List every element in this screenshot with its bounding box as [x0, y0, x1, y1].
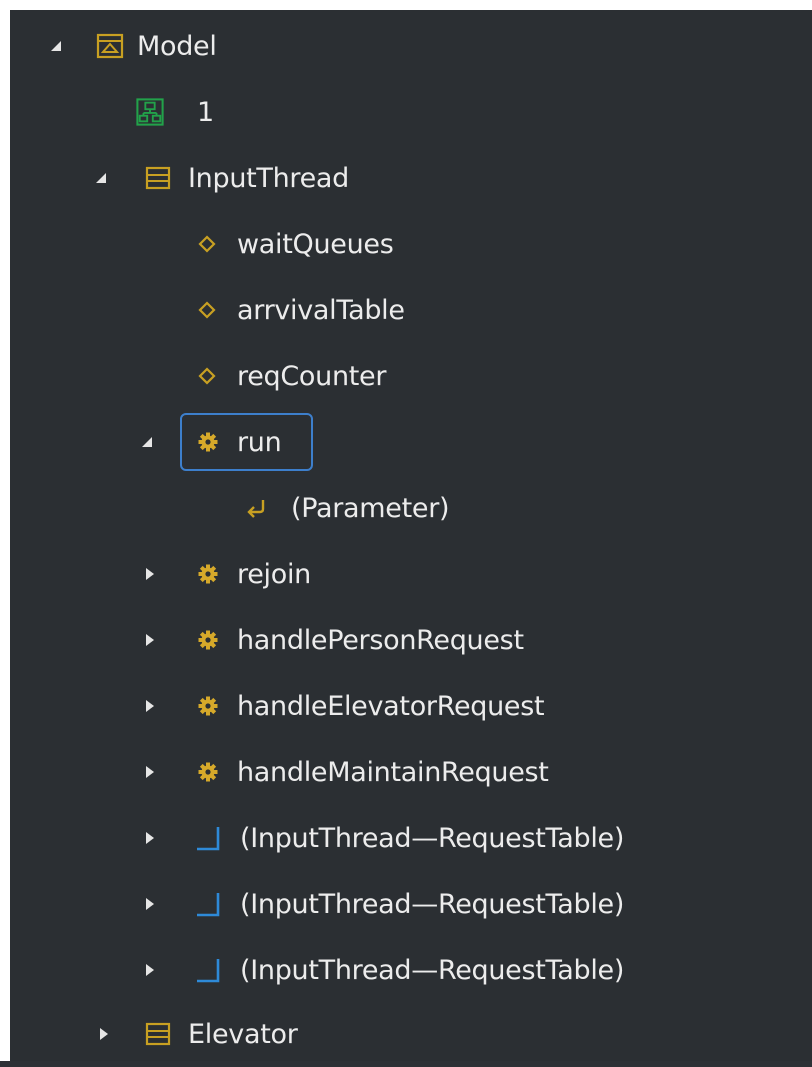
tree-node-label: waitQueues: [237, 228, 394, 260]
tree-node-label: (InputThread—RequestTable): [240, 888, 625, 920]
association-line-icon: [194, 956, 222, 984]
collapsed-arrow-icon[interactable]: [94, 1024, 114, 1044]
attribute-diamond-icon: [193, 230, 221, 258]
expanded-arrow-icon[interactable]: [46, 36, 66, 56]
tree-node-label: handleMaintainRequest: [237, 756, 549, 788]
operation-gear-icon: [194, 428, 222, 456]
attribute-diamond-icon: [193, 362, 221, 390]
collapsed-arrow-icon[interactable]: [140, 828, 160, 848]
window-edge-top: [0, 0, 812, 10]
tree-node-input-thread[interactable]: InputThread: [10, 145, 812, 211]
collapsed-arrow-icon[interactable]: [140, 894, 160, 914]
tree-node-operation[interactable]: handlePersonRequest: [10, 607, 812, 673]
tree-node-label: handleElevatorRequest: [237, 690, 545, 722]
operation-gear-icon: [194, 626, 222, 654]
tree-node-label: Elevator: [188, 1018, 298, 1050]
tree-node-association[interactable]: (InputThread—RequestTable): [10, 871, 812, 937]
model-package-icon: [96, 32, 124, 60]
tree-node-label: reqCounter: [237, 360, 387, 392]
operation-gear-icon: [194, 758, 222, 786]
tree-node-label: rejoin: [237, 558, 311, 590]
association-line-icon: [194, 824, 222, 852]
association-line-icon: [194, 890, 222, 918]
tree-node-label: (InputThread—RequestTable): [240, 954, 625, 986]
collapsed-arrow-icon[interactable]: [140, 762, 160, 782]
tree-node-diagram[interactable]: 1: [10, 79, 812, 145]
tree-node-model[interactable]: Model: [10, 13, 812, 79]
collapsed-arrow-icon[interactable]: [140, 630, 160, 650]
collapsed-arrow-icon[interactable]: [140, 696, 160, 716]
operation-gear-icon: [194, 692, 222, 720]
tree-node-label: handlePersonRequest: [237, 624, 524, 656]
tree-node-label: (Parameter): [291, 492, 450, 524]
tree-node-attribute[interactable]: reqCounter: [10, 343, 812, 409]
tree-node-attribute[interactable]: arrvivalTable: [10, 277, 812, 343]
operation-gear-icon: [194, 560, 222, 588]
attribute-diamond-icon: [193, 296, 221, 324]
class-icon: [144, 164, 172, 192]
tree-node-label: run: [237, 426, 282, 458]
tree-node-association[interactable]: (InputThread—RequestTable): [10, 937, 812, 1003]
collapsed-arrow-icon[interactable]: [140, 564, 160, 584]
tree-node-parameter[interactable]: (Parameter): [10, 475, 812, 541]
parameter-return-icon: [242, 494, 270, 522]
tree-node-operation-run[interactable]: run: [10, 409, 812, 475]
tree-node-label: arrvivalTable: [237, 294, 405, 326]
tree-node-operation[interactable]: handleMaintainRequest: [10, 739, 812, 805]
tree-node-attribute[interactable]: waitQueues: [10, 211, 812, 277]
collapsed-arrow-icon[interactable]: [140, 960, 160, 980]
tree-node-label: InputThread: [188, 162, 350, 194]
tree-node-label: 1: [197, 96, 214, 128]
tree-node-association[interactable]: (InputThread—RequestTable): [10, 805, 812, 871]
tree-node-operation[interactable]: handleElevatorRequest: [10, 673, 812, 739]
tree-node-elevator[interactable]: Elevator: [10, 1001, 812, 1067]
class-icon: [144, 1020, 172, 1048]
expanded-arrow-icon[interactable]: [91, 168, 111, 188]
class-diagram-icon: [136, 98, 164, 126]
expanded-arrow-icon[interactable]: [137, 432, 157, 452]
tree-node-label: (InputThread—RequestTable): [240, 822, 625, 854]
window-edge-left: [0, 0, 10, 1061]
tree-node-operation[interactable]: rejoin: [10, 541, 812, 607]
tree-node-label: Model: [137, 30, 217, 62]
